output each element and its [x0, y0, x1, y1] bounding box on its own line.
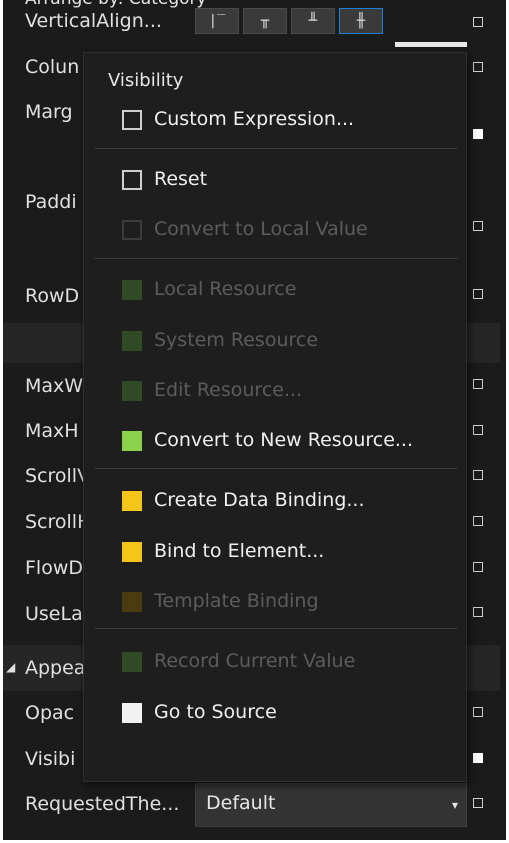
property-marker-max-width[interactable]	[473, 379, 483, 389]
property-label-max-height: MaxH	[25, 420, 79, 442]
menu-item-indicator-icon	[122, 331, 142, 351]
menu-separator	[94, 628, 458, 629]
menu-item-indicator-icon	[122, 110, 142, 130]
menu-separator	[94, 148, 458, 149]
align-stretch-button[interactable]: ╫	[339, 8, 383, 34]
menu-item-label: Template Binding	[154, 590, 319, 612]
menu-item-label: Edit Resource...	[154, 379, 303, 401]
align-center-button[interactable]: ╥	[243, 8, 287, 34]
property-label-padding: Paddi	[25, 191, 77, 213]
menu-item-indicator-icon	[122, 652, 142, 672]
menu-item-indicator-icon	[122, 220, 142, 240]
dropdown-arrow-icon: ▾	[451, 798, 458, 812]
property-marker-scroll-horizontal[interactable]	[473, 516, 483, 526]
menu-item-indicator-icon	[122, 592, 142, 612]
property-label-requested-theme: RequestedThe...	[25, 793, 180, 815]
property-label-scroll-horizontal: ScrollH	[25, 511, 92, 533]
menu-item-label: Create Data Binding...	[154, 489, 365, 511]
property-marker-opacity[interactable]	[473, 707, 483, 717]
align-stretch-icon: ╫	[356, 13, 366, 29]
property-label-visibility: Visibi	[25, 748, 76, 770]
property-label-vertical-alignment: VerticalAlign...	[25, 10, 162, 32]
requested-theme-value: Default	[206, 792, 276, 814]
arrange-by-header[interactable]: Arrange by: Category	[25, 0, 207, 9]
menu-item-indicator-icon	[122, 491, 142, 511]
property-marker-visibility[interactable]	[473, 753, 483, 763]
menu-header: Visibility	[108, 70, 184, 91]
property-marker-flow-direction[interactable]	[473, 562, 483, 572]
property-label-row-definitions: RowD	[25, 285, 80, 307]
property-marker-vertical-alignment[interactable]	[473, 17, 483, 27]
align-bottom-icon: ╨	[308, 13, 318, 29]
menu-item-label: Custom Expression...	[154, 108, 355, 130]
menu-item-indicator-icon	[122, 381, 142, 401]
menu-item-indicator-icon	[122, 280, 142, 300]
property-marker-row-definitions[interactable]	[473, 289, 483, 299]
property-label-max-width: MaxW	[25, 375, 84, 397]
menu-item-indicator-icon	[122, 542, 142, 562]
menu-item-label: Go to Source	[154, 701, 277, 723]
menu-item-label: Bind to Element...	[154, 540, 325, 562]
menu-item-label: System Resource	[154, 329, 319, 351]
property-marker-column[interactable]	[473, 62, 483, 72]
property-label-opacity: Opac	[25, 702, 75, 724]
property-marker-padding[interactable]	[473, 221, 483, 231]
property-marker-use-layout-rounding[interactable]	[473, 607, 483, 617]
property-marker-max-height[interactable]	[473, 425, 483, 435]
align-top-button[interactable]: |‾	[195, 8, 239, 34]
menu-item-indicator-icon	[122, 170, 142, 190]
property-label-scroll-vertical: ScrollV	[25, 465, 91, 487]
align-bottom-button[interactable]: ╨	[291, 8, 335, 34]
menu-item-label: Record Current Value	[154, 650, 356, 672]
property-marker-margin[interactable]	[473, 129, 483, 139]
property-marker-scroll-vertical[interactable]	[473, 470, 483, 480]
menu-item-label: Local Resource	[154, 278, 297, 300]
properties-panel: Arrange by: Category VerticalAlign... |‾…	[3, 0, 506, 840]
property-label-use-layout-rounding: UseLa	[25, 603, 83, 625]
property-label-column: Colun	[25, 56, 80, 78]
menu-item-indicator-icon	[122, 431, 142, 451]
property-label-margin: Marg	[25, 101, 73, 123]
requested-theme-dropdown[interactable]: Default ▾	[195, 783, 467, 827]
expand-triangle-icon[interactable]: ◢	[6, 660, 15, 674]
property-label-flow-direction: FlowD	[25, 557, 84, 579]
column-value-strip	[395, 42, 467, 47]
align-top-icon: |‾	[208, 13, 226, 29]
menu-item-indicator-icon	[122, 703, 142, 723]
align-center-icon: ╥	[260, 13, 270, 29]
menu-item-label: Convert to New Resource...	[154, 429, 414, 451]
menu-item-label: Convert to Local Value	[154, 218, 368, 240]
menu-separator	[94, 468, 458, 469]
menu-item-label: Reset	[154, 168, 208, 190]
menu-separator	[94, 258, 458, 259]
visibility-context-menu: Visibility Custom Expression... Reset Conv…	[83, 52, 467, 782]
vertical-alignment-buttons: |‾ ╥ ╨ ╫	[195, 8, 385, 36]
property-marker-requested-theme[interactable]	[473, 798, 483, 808]
